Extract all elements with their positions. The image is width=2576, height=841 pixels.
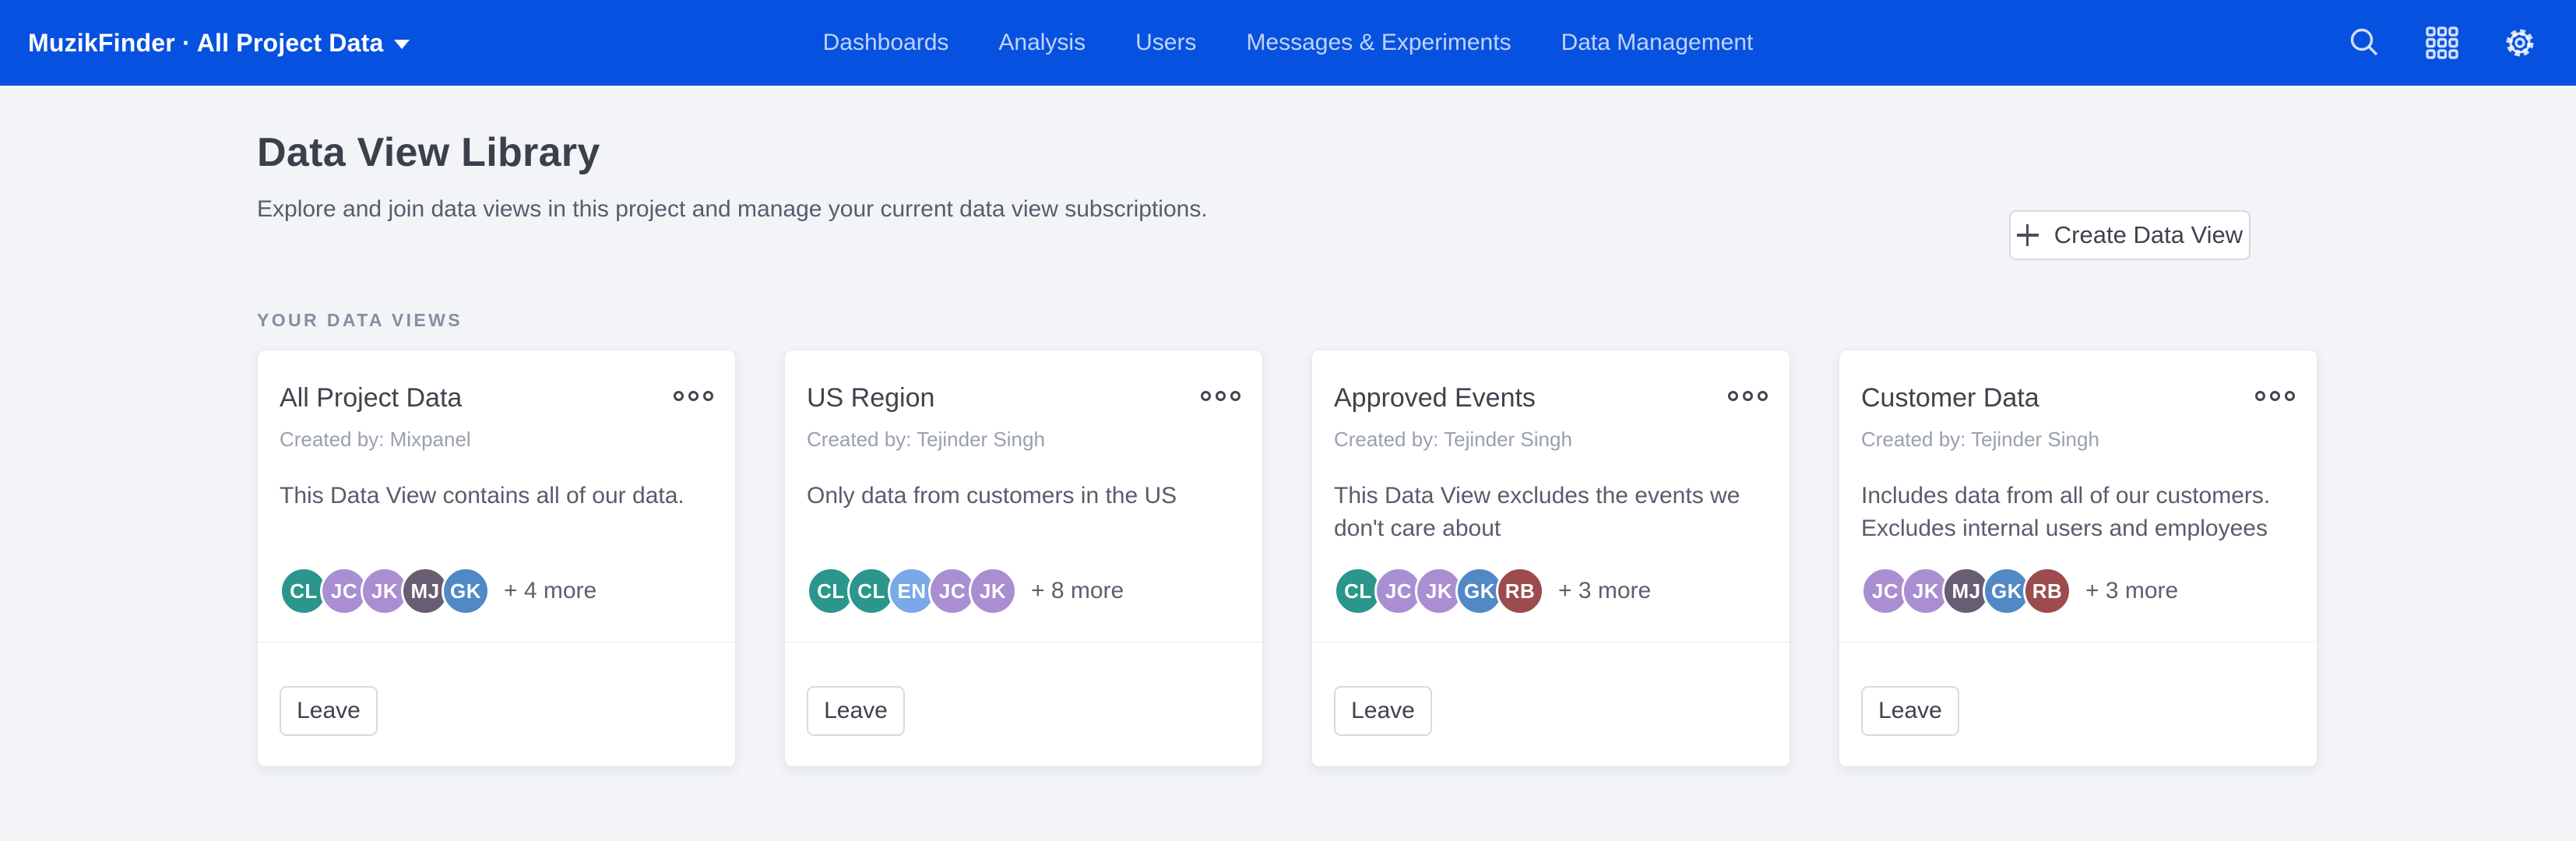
card-title: Customer Data <box>1861 383 2039 413</box>
avatar: RB <box>1496 567 1544 615</box>
nav-item-dashboards[interactable]: Dashboards <box>823 30 949 56</box>
data-view-card: Approved Events Created by: Tejinder Sin… <box>1311 350 1790 767</box>
member-avatar-row: CL CL EN JC JK + 8 more <box>807 567 1240 615</box>
data-view-card: All Project Data Created by: Mixpanel Th… <box>257 350 736 767</box>
more-options-icon[interactable] <box>1723 383 1768 406</box>
data-view-card-list: All Project Data Created by: Mixpanel Th… <box>257 350 2576 767</box>
card-title: All Project Data <box>280 383 462 413</box>
more-members-count: + 8 more <box>1031 578 1124 604</box>
leave-button[interactable]: Leave <box>280 686 378 736</box>
main-nav: Dashboards Analysis Users Messages & Exp… <box>823 0 1754 86</box>
card-description: This Data View contains all of our data. <box>280 480 713 512</box>
chevron-down-icon <box>394 40 410 49</box>
data-view-library-page: Data View Library Explore and join data … <box>0 86 2576 767</box>
leave-button[interactable]: Leave <box>807 686 905 736</box>
card-title: Approved Events <box>1334 383 1536 413</box>
your-data-views-section-label: YOUR DATA VIEWS <box>257 310 2576 331</box>
more-members-count: + 4 more <box>504 578 596 604</box>
avatar: GK <box>442 567 490 615</box>
nav-item-users[interactable]: Users <box>1135 30 1196 56</box>
more-options-icon[interactable] <box>1196 383 1240 406</box>
member-avatar-row: CL JC JK GK RB + 3 more <box>1334 567 1768 615</box>
more-members-count: + 3 more <box>1558 578 1651 604</box>
nav-item-analysis[interactable]: Analysis <box>998 30 1086 56</box>
card-description: This Data View excludes the events we do… <box>1334 480 1768 545</box>
more-options-icon[interactable] <box>2250 383 2295 406</box>
avatar: RB <box>2023 567 2071 615</box>
data-view-card: US Region Created by: Tejinder Singh Onl… <box>784 350 1263 767</box>
member-avatar-row: JC JK MJ GK RB + 3 more <box>1861 567 2295 615</box>
leave-button[interactable]: Leave <box>1334 686 1432 736</box>
more-options-icon[interactable] <box>669 383 713 406</box>
card-created-by: Created by: Mixpanel <box>280 428 713 452</box>
gear-icon[interactable] <box>2501 24 2539 62</box>
search-icon[interactable] <box>2345 24 2383 62</box>
page-title: Data View Library <box>257 129 2576 176</box>
more-members-count: + 3 more <box>2085 578 2178 604</box>
topbar-icon-group <box>2345 24 2539 62</box>
data-view-card: Customer Data Created by: Tejinder Singh… <box>1839 350 2317 767</box>
nav-item-messages-experiments[interactable]: Messages & Experiments <box>1246 30 1511 56</box>
apps-grid-icon[interactable] <box>2423 24 2461 62</box>
card-created-by: Created by: Tejinder Singh <box>807 428 1240 452</box>
create-data-view-button[interactable]: Create Data View <box>2009 210 2250 260</box>
avatar: JK <box>969 567 1017 615</box>
nav-item-data-management[interactable]: Data Management <box>1561 30 1754 56</box>
member-avatar-row: CL JC JK MJ GK + 4 more <box>280 567 713 615</box>
top-navigation-bar: MuzikFinder · All Project Data Dashboard… <box>0 0 2576 86</box>
project-switcher-label: MuzikFinder · All Project Data <box>28 29 383 58</box>
project-switcher[interactable]: MuzikFinder · All Project Data <box>28 29 410 58</box>
card-description: Only data from customers in the US <box>807 480 1240 512</box>
create-data-view-label: Create Data View <box>2054 221 2243 249</box>
card-description: Includes data from all of our customers.… <box>1861 480 2295 545</box>
leave-button[interactable]: Leave <box>1861 686 1959 736</box>
card-title: US Region <box>807 383 934 413</box>
card-created-by: Created by: Tejinder Singh <box>1861 428 2295 452</box>
plus-icon <box>2017 224 2039 246</box>
card-created-by: Created by: Tejinder Singh <box>1334 428 1768 452</box>
